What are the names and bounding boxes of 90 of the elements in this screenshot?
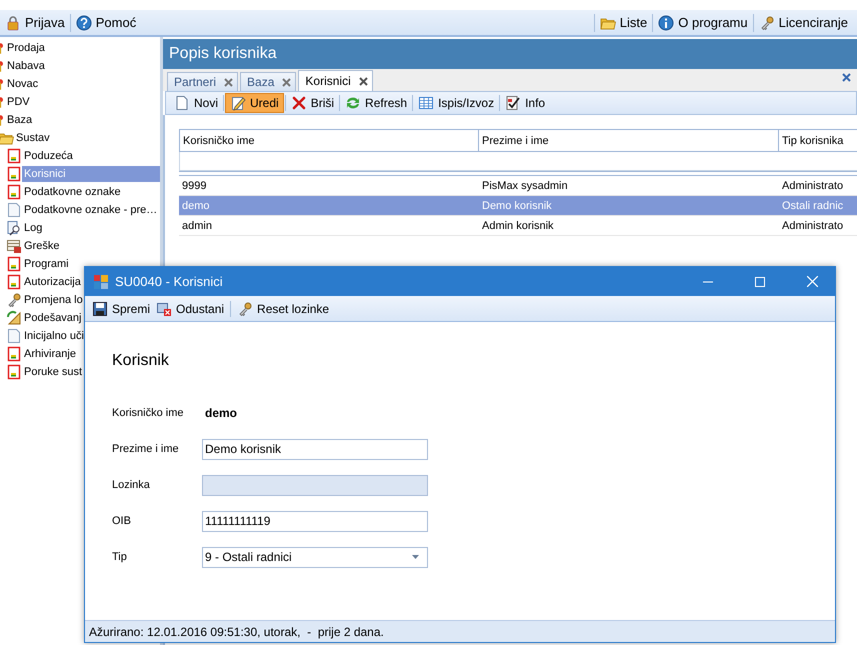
close-icon[interactable] <box>224 78 234 86</box>
window-close-icon <box>156 300 172 316</box>
close-icon[interactable] <box>358 76 368 86</box>
tree-item[interactable]: Poruke sust <box>22 364 84 380</box>
field-label: Lozinka <box>112 479 151 491</box>
toolbar-button[interactable]: Novi <box>170 93 222 113</box>
input-field[interactable]: Demo korisnik <box>202 438 428 460</box>
checklist-icon <box>505 95 522 111</box>
toolbar-button[interactable]: Briši <box>286 93 338 113</box>
toolbar-button[interactable]: Odustani <box>153 298 228 318</box>
dropdown-field[interactable]: 9 - Ostali radnici <box>202 546 428 568</box>
close-icon[interactable] <box>842 73 851 82</box>
tree-item[interactable]: Poduzeća <box>22 148 75 164</box>
help-icon <box>76 14 92 30</box>
toolbar-button[interactable]: Ispis/Izvoz <box>414 93 498 113</box>
column-header[interactable]: Prezime i ime <box>479 129 779 152</box>
tree-item[interactable]: Inicijalno uči <box>22 328 86 344</box>
caret-icon[interactable] <box>412 555 419 559</box>
table-icon <box>418 95 434 111</box>
menu-button[interactable]: Licenciranje <box>754 12 853 34</box>
toolbar-button[interactable]: Uredi <box>225 93 284 113</box>
tree-item[interactable]: Podešavanj <box>22 310 84 326</box>
panel-title: Popis korisnika <box>169 45 277 63</box>
tree-item[interactable]: Nabava <box>5 58 47 74</box>
tree-item[interactable]: Autorizacija <box>22 274 83 290</box>
tree-item[interactable]: Novac <box>5 76 40 92</box>
keys-icon <box>758 14 775 30</box>
document-icon <box>6 184 22 200</box>
tree-item[interactable]: Podatkovne oznake <box>22 184 123 200</box>
table-cell: admin <box>179 216 479 236</box>
spreadsheet-icon <box>6 238 22 254</box>
document-icon <box>6 166 22 182</box>
document-icon <box>6 148 22 164</box>
tree-item[interactable]: Greške <box>22 238 62 254</box>
document-icon <box>6 274 22 290</box>
refresh-icon <box>345 95 362 111</box>
document-icon <box>6 346 22 362</box>
tree-item[interactable]: Programi <box>22 256 71 272</box>
table-cell: Admin korisnik <box>479 216 779 236</box>
tab[interactable]: Korisnici <box>298 70 373 91</box>
table-cell: Demo korisnik <box>479 196 779 216</box>
toolbar-button[interactable]: Reset lozinke <box>234 298 332 318</box>
tab[interactable]: Baza <box>240 72 296 91</box>
document-icon <box>6 364 22 380</box>
field-value: demo <box>204 406 238 420</box>
field-label: Korisničko ime <box>112 407 185 419</box>
tree-item[interactable]: Podatkovne oznake - pre… <box>22 202 160 218</box>
delete-icon <box>290 95 307 111</box>
table-cell: demo <box>179 196 479 216</box>
info-icon <box>658 14 674 30</box>
tab[interactable]: Partneri <box>167 72 238 91</box>
table-row[interactable]: admin Admin korisnik Administrato <box>179 216 857 236</box>
tree-item[interactable]: Promjena lo <box>22 292 85 308</box>
menu-button[interactable]: Pomoć <box>70 12 142 34</box>
document-icon <box>6 256 22 272</box>
keys-icon <box>237 300 254 316</box>
app-icon <box>93 274 109 290</box>
magnifier-page-icon <box>6 220 22 236</box>
menu-button[interactable]: Liste <box>594 12 652 34</box>
status-bar: Ažurirano: 12.01.2016 09:51:30, utorak, - prije 2 dana. <box>85 620 835 642</box>
table-cell: Ostali radnic <box>779 196 857 216</box>
tree-item[interactable]: Prodaja <box>5 40 47 56</box>
toolbar-button[interactable]: Refresh <box>341 93 412 113</box>
tree-item[interactable]: PDV <box>5 94 32 110</box>
padlock-icon <box>5 14 21 30</box>
tree-item[interactable]: Sustav <box>14 130 52 146</box>
input-field[interactable]: 11111111119 <box>202 510 428 532</box>
column-header[interactable]: Tip korisnika <box>779 129 857 152</box>
keys-icon <box>6 292 22 308</box>
field-label: Prezime i ime <box>112 443 180 455</box>
page-icon <box>6 202 22 218</box>
page-icon <box>6 328 22 344</box>
form-heading: Korisnik <box>112 352 170 370</box>
dialog-title: SU0040 - Korisnici <box>115 274 223 289</box>
blank-page-icon <box>174 95 190 111</box>
table-cell: Administrato <box>779 216 857 236</box>
maximize-icon[interactable] <box>755 276 765 286</box>
tree-item[interactable]: Arhiviranje <box>22 346 78 362</box>
toolbar-button[interactable]: Spremi <box>89 298 154 318</box>
tree-item[interactable]: Baza <box>5 112 34 128</box>
field-label: Tip <box>112 551 128 563</box>
close-icon[interactable] <box>282 78 292 86</box>
settings-icon <box>6 310 22 326</box>
tree-item[interactable]: Log <box>22 220 44 236</box>
menu-button[interactable]: O programu <box>653 12 753 34</box>
column-header[interactable]: Korisničko ime <box>179 129 479 152</box>
pencil-page-icon <box>230 95 246 111</box>
menu-button[interactable]: Prijava <box>0 12 70 34</box>
toolbar-button[interactable]: Info <box>501 93 550 113</box>
field-label: OIB <box>112 515 132 527</box>
